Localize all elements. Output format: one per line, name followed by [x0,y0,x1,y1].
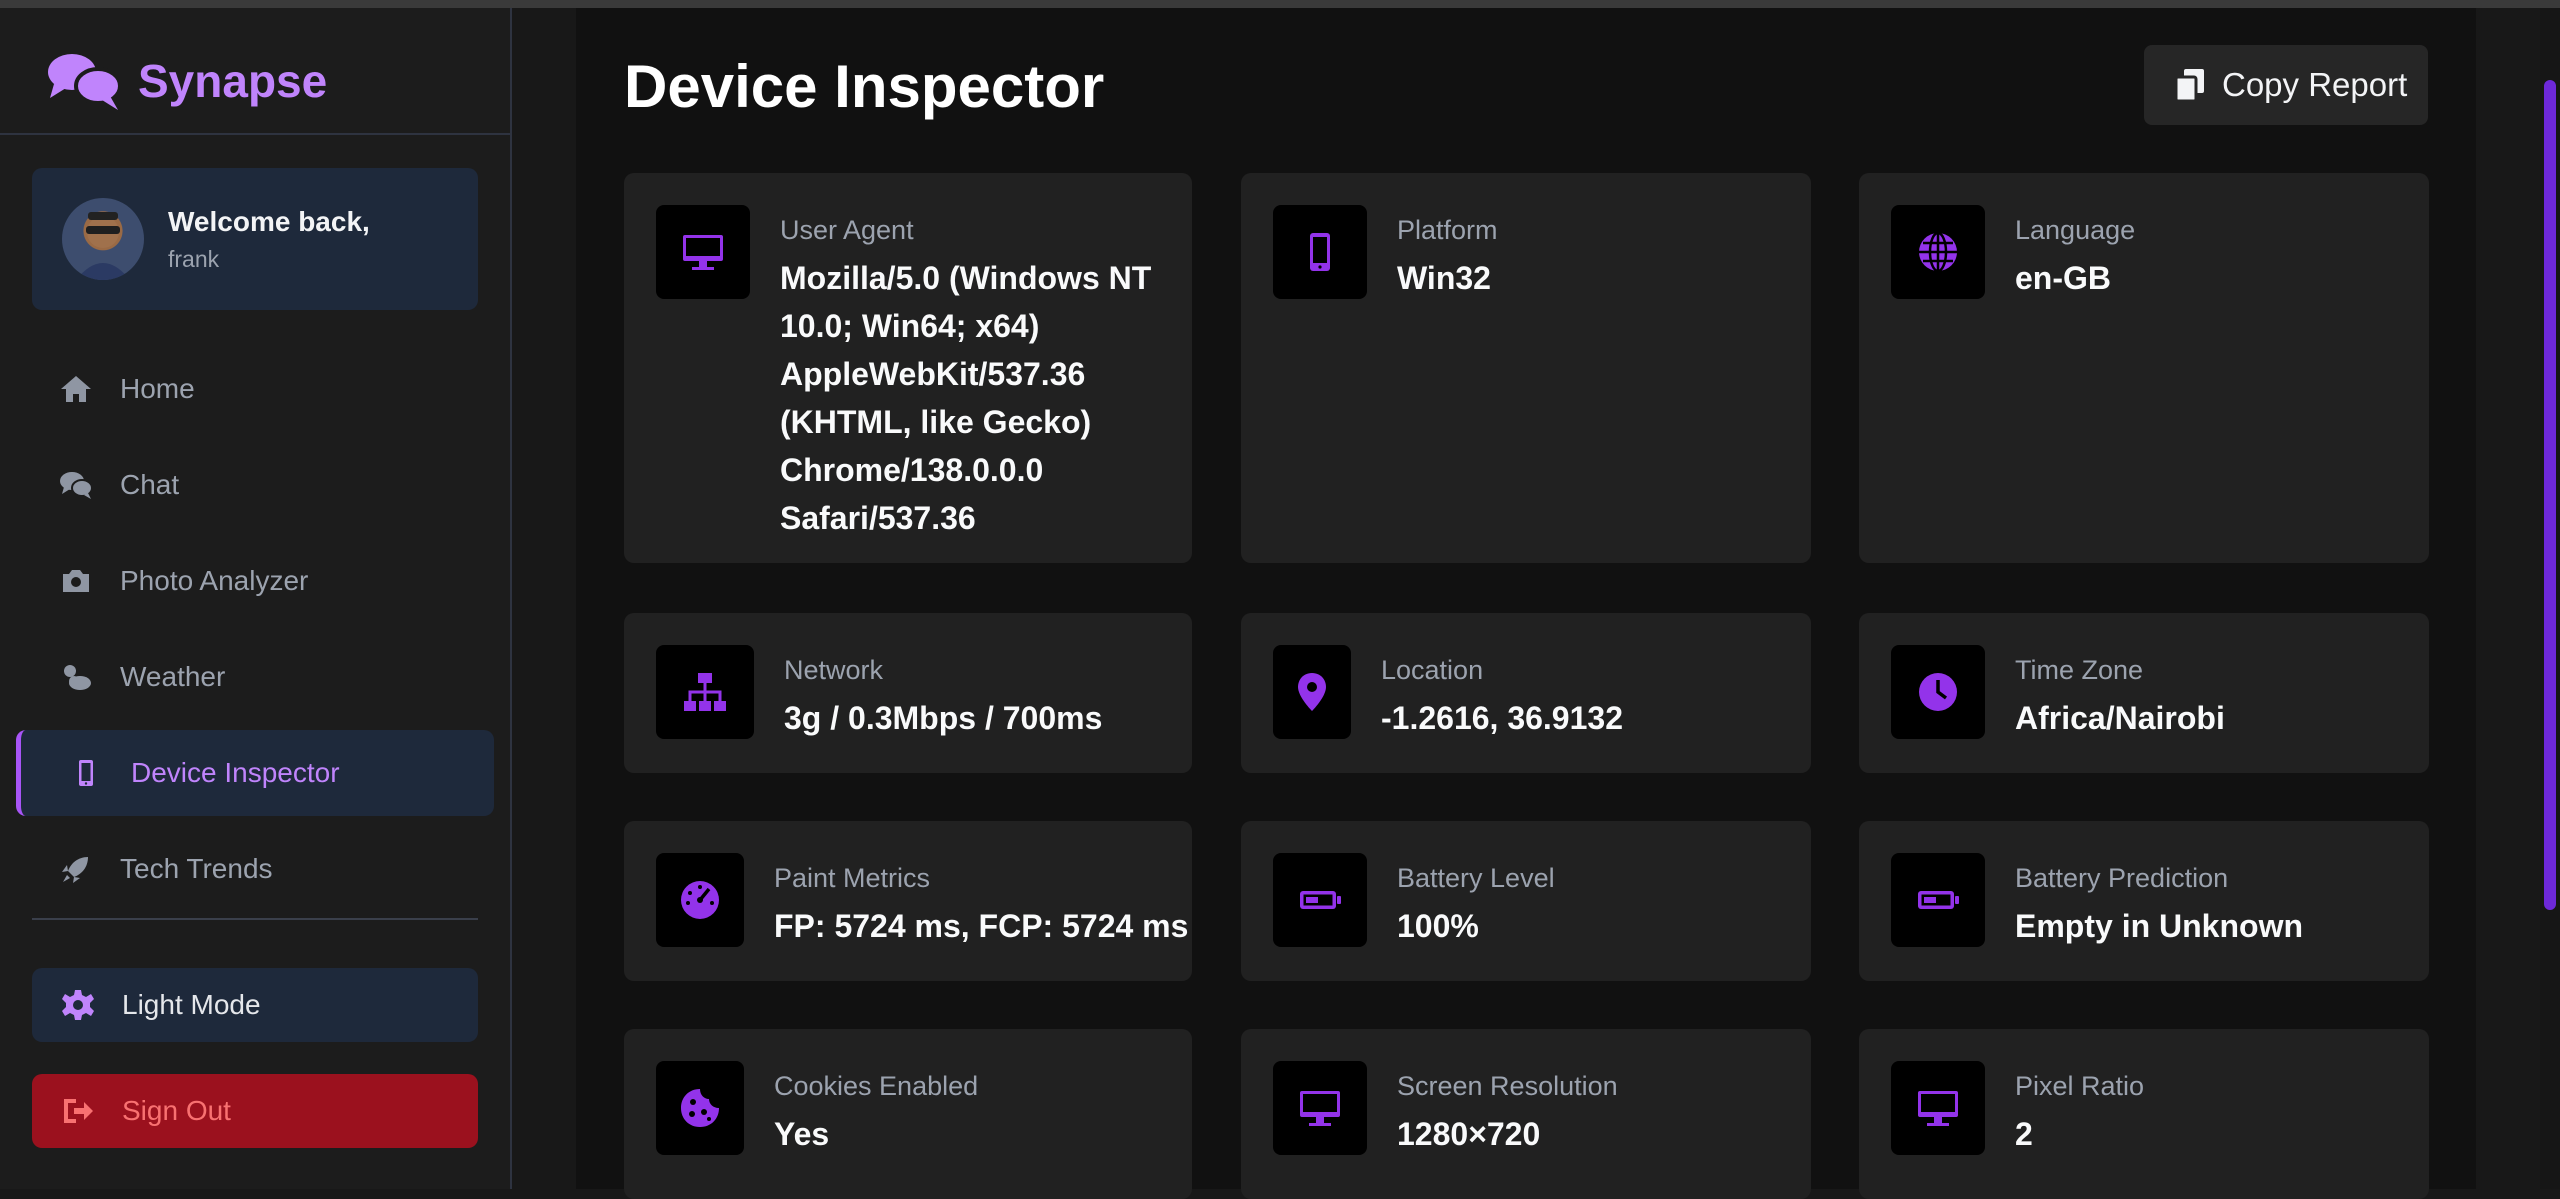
scrollbar-thumb[interactable] [2544,80,2556,910]
user-card: Welcome back, frank [32,168,478,310]
desktop-icon [1300,1091,1340,1126]
info-card-pixel-ratio: Pixel Ratio 2 [1859,1029,2429,1199]
card-value: Yes [774,1116,830,1152]
network-icon [684,673,726,711]
card-value: en-GB [2015,260,2111,296]
nav-item-home[interactable]: Home [32,346,478,432]
camera-icon [63,570,89,592]
nav-item-weather[interactable]: Weather [32,634,478,720]
info-card-screen-resolution: Screen Resolution 1280×720 [1241,1029,1811,1199]
card-label: Pixel Ratio [2015,1071,2145,1101]
divider [0,133,510,135]
card-value: FP: 5724 ms, FCP: 5724 ms [774,908,1189,944]
chat-icon [60,472,93,499]
card-value: Empty in Unknown [2015,908,2303,944]
card-label: Battery Level [1397,863,1555,893]
sign-out-label: Sign Out [122,1095,231,1126]
nav-label: Chat [120,469,180,500]
battery-icon [1300,891,1341,909]
username: frank [168,245,220,272]
card-label: Paint Metrics [774,863,931,893]
info-card-cookies-enabled: Cookies Enabled Yes [624,1029,1192,1199]
card-value: 3g / 0.3Mbps / 700ms [784,700,1103,736]
chat-bubbles-logo-icon [48,54,122,110]
clock-icon [1919,673,1957,711]
main-content: Device Inspector Copy Report User Agent … [576,8,2476,1199]
rocket-icon [62,857,88,883]
info-card-battery-level: Battery Level 100% [1241,821,1811,981]
brand-name: Synapse [138,55,328,107]
battery-icon [1918,891,1959,909]
welcome-title: Welcome back, [168,205,370,237]
info-card-battery-prediction: Battery Prediction Empty in Unknown [1859,821,2429,981]
gauge-icon [681,881,719,919]
light-mode-label: Light Mode [122,989,261,1020]
mobile-icon [1310,233,1330,271]
info-card-paint-metrics: Paint Metrics FP: 5724 ms, FCP: 5724 ms [624,821,1192,981]
avatar[interactable] [62,198,144,280]
card-label: Screen Resolution [1397,1071,1618,1101]
card-label: User Agent [780,215,914,245]
weather-icon [64,665,91,690]
card-value: Win32 [1397,260,1491,296]
nav-item-chat[interactable]: Chat [32,442,478,528]
sign-out-button[interactable]: Sign Out [32,1074,478,1148]
page-title: Device Inspector [624,53,1105,120]
nav-label: Photo Analyzer [120,565,309,596]
desktop-icon [1918,1091,1958,1126]
nav-label: Home [120,373,195,404]
info-card-platform: Platform Win32 [1241,173,1811,563]
card-value: Africa/Nairobi [2015,700,2225,736]
card-label: Language [2015,215,2136,245]
copy-icon [2174,69,2204,103]
card-value: 100% [1397,908,1479,944]
nav-label: Device Inspector [131,757,340,788]
divider [32,918,478,920]
info-card-location: Location -1.2616, 36.9132 [1241,613,1811,773]
card-label: Network [784,655,884,685]
nav-label: Weather [120,661,226,692]
light-mode-button[interactable]: Light Mode [32,968,478,1042]
nav-item-photo-analyzer[interactable]: Photo Analyzer [32,538,478,624]
sign-out-icon [64,1099,93,1123]
card-label: Cookies Enabled [774,1071,979,1101]
mobile-icon [79,760,93,786]
desktop-icon [683,235,723,270]
brand[interactable]: Synapse [44,38,327,124]
globe-icon [1919,231,1957,273]
card-label: Location [1381,655,1484,685]
card-value: 2 [2015,1116,2033,1152]
copy-report-button[interactable]: Copy Report [2144,45,2428,125]
card-value: Mozilla/5.0 (Windows NT 10.0; Win64; x64… [780,260,1152,536]
cookie-icon [681,1089,719,1127]
location-pin-icon [1298,673,1326,711]
gear-icon [62,990,94,1020]
card-label: Time Zone [2015,655,2144,685]
info-card-user-agent: User Agent Mozilla/5.0 (Windows NT 10.0;… [624,173,1192,563]
nav-item-tech-trends[interactable]: Tech Trends [32,826,478,912]
nav-label: Tech Trends [120,853,273,884]
card-label: Platform [1397,215,1498,245]
info-card-time-zone: Time Zone Africa/Nairobi [1859,613,2429,773]
nav-item-device-inspector[interactable]: Device Inspector [16,730,494,816]
info-card-network: Network 3g / 0.3Mbps / 700ms [624,613,1192,773]
card-value: -1.2616, 36.9132 [1381,700,1623,736]
window-top-border [0,0,2560,8]
card-value: 1280×720 [1397,1116,1541,1152]
sidebar: Synapse Welcome back, frank Home Chat Ph… [0,8,512,1189]
home-icon [61,376,91,402]
card-label: Battery Prediction [2015,863,2229,893]
copy-report-label: Copy Report [2222,66,2408,103]
info-card-language: Language en-GB [1859,173,2429,563]
